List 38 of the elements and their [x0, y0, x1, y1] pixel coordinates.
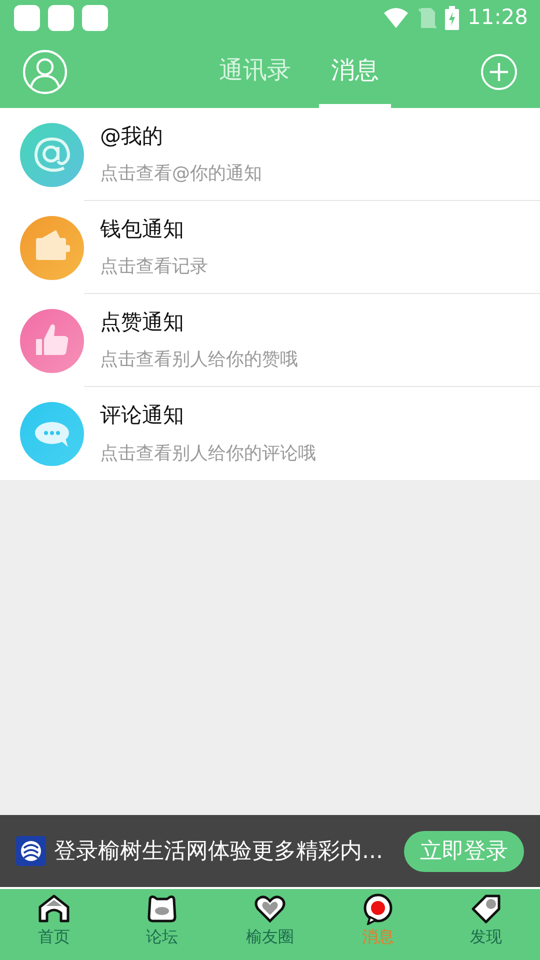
tab[interactable]: 通讯录 — [207, 36, 303, 108]
thumbs-up-icon — [20, 308, 84, 372]
notification-icon — [48, 5, 74, 31]
nav-tab[interactable]: 首页 — [0, 889, 108, 960]
message-title: 评论通知 — [100, 402, 185, 430]
wifi-icon — [383, 7, 410, 29]
message-subtitle: 点击查看别人给你的赞哦 — [100, 348, 299, 372]
tag-icon — [470, 893, 502, 925]
message-subtitle: 点击查看记录 — [100, 255, 209, 280]
bear-face-icon — [146, 893, 178, 925]
message-title: 点赞通知 — [100, 308, 185, 336]
home-icon — [38, 893, 70, 925]
profile-icon — [22, 49, 68, 95]
heart-icon — [254, 893, 286, 925]
add-icon — [480, 53, 518, 91]
clock-time: 11:28 — [467, 4, 528, 32]
message-title: 钱包通知 — [100, 216, 185, 243]
nav-tab[interactable]: 论坛 — [108, 889, 216, 960]
nav-tab[interactable]: 发现 — [432, 889, 540, 960]
message-subtitle: 点击查看别人给你的评论哦 — [100, 442, 317, 466]
notification-icon — [14, 5, 40, 31]
login-button[interactable]: 立即登录 — [404, 830, 524, 872]
app-logo-icon — [16, 836, 46, 866]
chat-bubble-icon — [362, 893, 394, 925]
nav-tab[interactable]: 榆友圈 — [216, 889, 324, 960]
message-title: @我的 — [100, 122, 164, 150]
message-subtitle: 点击查看@你的通知 — [100, 162, 263, 186]
message-row[interactable]: @我的 点击查看@你的通知 — [0, 108, 540, 201]
battery-icon — [445, 6, 460, 30]
message-row[interactable]: 评论通知 点击查看别人给你的评论哦 — [0, 387, 540, 480]
at-sign-icon — [20, 122, 84, 186]
message-row[interactable]: 钱包通知 点击查看记录 — [0, 201, 540, 294]
wallet-icon — [20, 216, 84, 280]
speech-bubble-icon — [20, 402, 84, 466]
login-prompt: 登录榆树生活网体验更多精彩内... — [54, 838, 383, 866]
notification-icon — [82, 5, 108, 31]
no-sim-icon — [417, 7, 438, 29]
message-row[interactable]: 点赞通知 点击查看别人给你的赞哦 — [0, 294, 540, 387]
